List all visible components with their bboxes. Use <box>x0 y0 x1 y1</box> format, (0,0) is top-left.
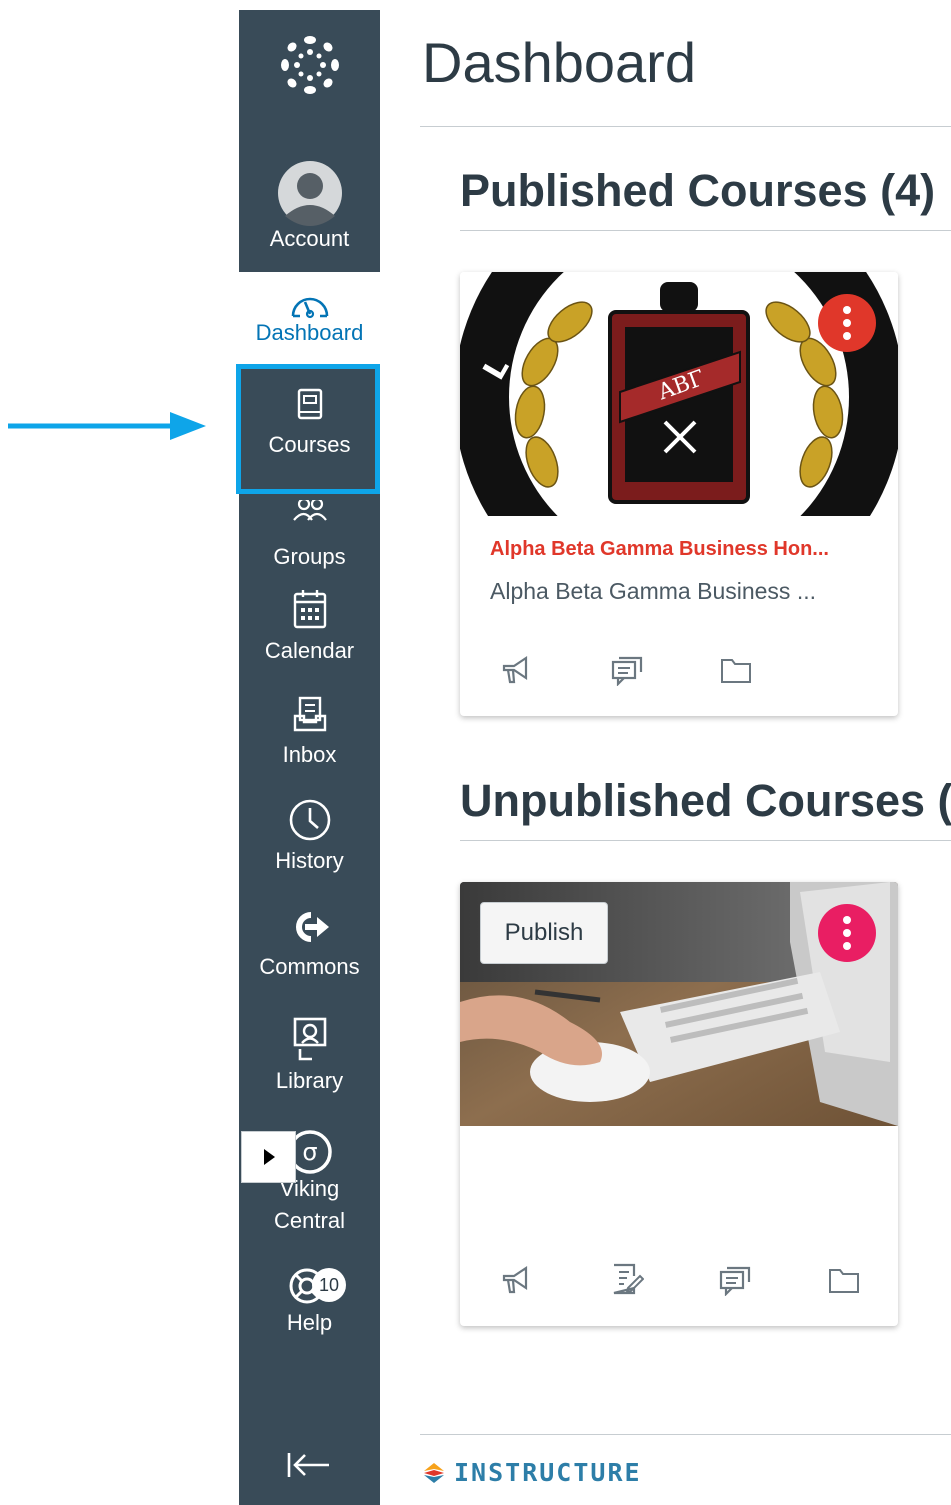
footer-divider <box>420 1434 951 1435</box>
course-card[interactable]: Publish <box>460 882 898 1326</box>
nav-item-label-line2: Central <box>274 1208 345 1233</box>
nav-account[interactable]: Account <box>239 160 380 252</box>
canvas-logo-icon[interactable] <box>275 30 345 105</box>
nav-item-label: Groups <box>273 544 346 569</box>
pointer-arrow <box>8 412 206 440</box>
nav-account-label: Account <box>269 226 350 251</box>
nav-item-calendar[interactable]: Calendar <box>239 588 380 664</box>
announcements-icon[interactable] <box>500 1264 534 1296</box>
play-triangle-icon <box>264 1149 275 1165</box>
nav-item-commons[interactable]: Commons <box>239 910 380 980</box>
announcements-icon[interactable] <box>500 654 534 686</box>
library-icon <box>293 1017 326 1061</box>
nav-item-label: Commons <box>259 954 360 979</box>
discussions-icon[interactable] <box>718 1264 752 1296</box>
assignments-icon[interactable] <box>610 1262 644 1296</box>
course-card-subtitle: Alpha Beta Gamma Business ... <box>490 578 816 604</box>
book-icon <box>297 388 322 420</box>
help-badge: 10 <box>312 1268 346 1302</box>
expand-toggle[interactable] <box>241 1131 296 1183</box>
nav-item-courses[interactable]: Courses <box>239 388 380 458</box>
instructure-logo[interactable]: INSTRUCTURE <box>422 1458 642 1487</box>
course-card-name[interactable]: Alpha Beta Gamma Business Hon... <box>490 538 829 561</box>
inbox-icon <box>293 696 326 732</box>
commons-icon <box>295 912 329 942</box>
avatar <box>277 161 342 226</box>
divider <box>460 840 951 841</box>
unpublished-courses-heading: Unpublished Courses (1 <box>460 775 951 826</box>
published-courses-heading: Published Courses (4) <box>460 165 936 216</box>
nav-item-label: Help <box>286 1310 333 1335</box>
nav-item-label: History <box>275 848 344 873</box>
page-title: Dashboard <box>422 31 696 94</box>
instructure-icon <box>424 1462 444 1483</box>
course-card-options-button[interactable] <box>818 904 876 962</box>
nav-item-help[interactable]: Help 10 <box>239 1260 380 1336</box>
calendar-icon <box>293 590 326 629</box>
instructure-brand-text: INSTRUCTURE <box>454 1458 642 1487</box>
files-icon[interactable] <box>720 656 752 684</box>
nav-item-history[interactable]: History <box>239 798 380 874</box>
course-card-image: Publish <box>460 882 898 1126</box>
publish-button[interactable]: Publish <box>480 902 608 964</box>
divider <box>420 126 951 127</box>
collapse-nav-icon[interactable] <box>285 1450 333 1485</box>
course-card-image: ΑΒΓ L <box>460 272 898 516</box>
course-card[interactable]: ΑΒΓ L Alpha Beta Gamma Business Hon... A… <box>460 272 898 716</box>
global-navigation: Account Dashboard Courses Groups Calenda… <box>239 10 380 1505</box>
groups-icon <box>292 500 327 521</box>
svg-text:σ: σ <box>302 1138 317 1166</box>
clock-icon <box>289 799 330 841</box>
nav-item-library[interactable]: Library <box>239 1016 380 1094</box>
nav-item-label: Calendar <box>264 638 355 663</box>
dashboard-icon <box>291 297 328 319</box>
nav-item-label: Library <box>275 1068 344 1093</box>
nav-item-dashboard[interactable]: Dashboard <box>239 272 380 366</box>
divider <box>460 230 951 231</box>
files-icon[interactable] <box>828 1266 860 1294</box>
nav-item-groups[interactable]: Groups <box>239 500 380 570</box>
course-card-options-button[interactable] <box>818 294 876 352</box>
discussions-icon[interactable] <box>610 654 644 686</box>
nav-item-label: Dashboard <box>255 320 364 345</box>
nav-item-label: Courses <box>268 432 351 457</box>
nav-item-label: Inbox <box>282 742 337 767</box>
nav-item-inbox[interactable]: Inbox <box>239 696 380 768</box>
